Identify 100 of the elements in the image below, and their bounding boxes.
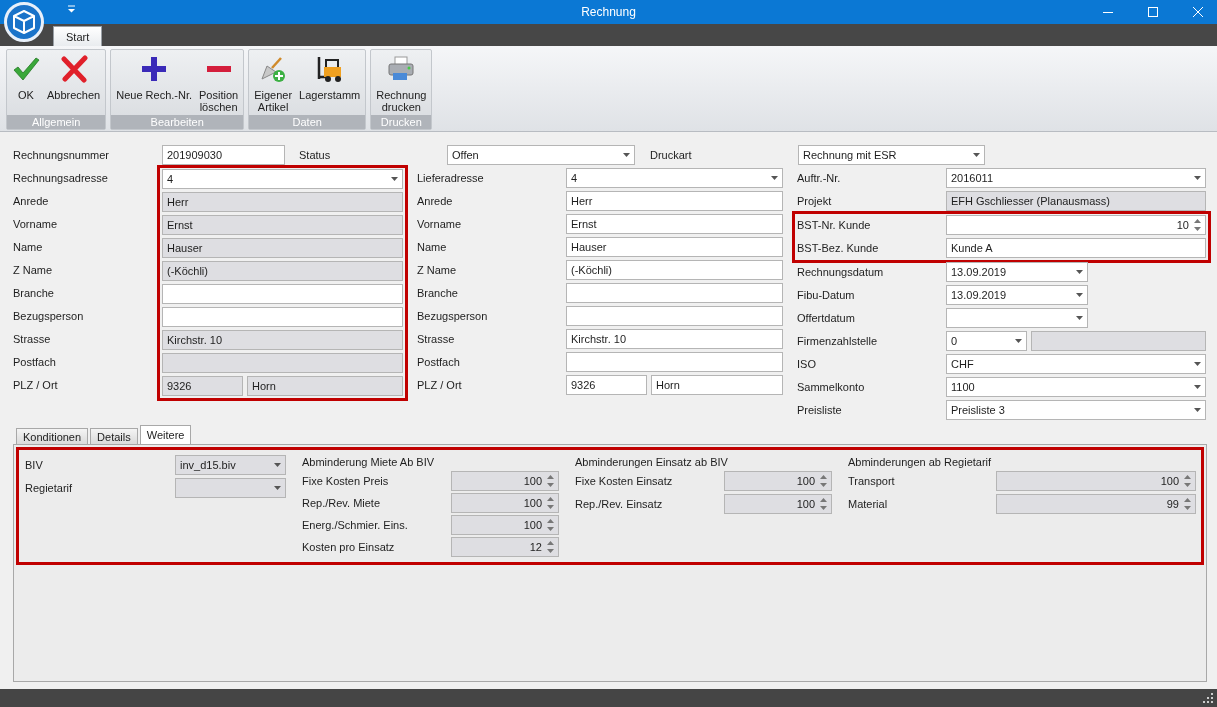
dropdown[interactable]: Preisliste 3 [946, 400, 1206, 420]
field-label: Name [13, 240, 43, 255]
forklift-icon [315, 55, 344, 83]
text-field[interactable]: Kirchstr. 10 [566, 329, 783, 349]
tab[interactable]: Details [90, 428, 138, 444]
caret-icon [1076, 293, 1083, 297]
text-field[interactable]: Ernst [566, 214, 783, 234]
text-field[interactable]: (-Köchli) [162, 261, 403, 281]
group-title: Abminderung Miete Ab BIV [302, 455, 436, 470]
dropdown[interactable]: CHF [946, 354, 1206, 374]
checkmark-icon [12, 55, 40, 83]
text-field[interactable] [162, 307, 403, 327]
field-label: Fixe Kosten Einsatz [575, 475, 674, 488]
caret-icon [771, 176, 778, 180]
text-field[interactable]: Hauser [566, 237, 783, 257]
number-spinner[interactable]: 99 [996, 494, 1196, 515]
text-field[interactable] [566, 352, 783, 372]
dropdown[interactable]: 0 [946, 331, 1027, 351]
dropdown[interactable] [175, 478, 286, 499]
ribbon-button[interactable]: Lagerstamm [296, 53, 364, 115]
text-field[interactable] [566, 283, 783, 303]
ribbon-group-label: Daten [249, 115, 366, 129]
ribbon-button[interactable]: Rechnung drucken [373, 53, 430, 115]
caret-icon [1194, 408, 1201, 412]
field-label: Vorname [13, 217, 58, 232]
text-field[interactable]: Horn [651, 375, 783, 395]
number-spinner[interactable]: 12 [451, 537, 559, 557]
text-field[interactable]: Herr [566, 191, 783, 211]
close-icon[interactable] [1193, 7, 1203, 17]
field-label: Strasse [417, 332, 455, 347]
ribbon-tab[interactable]: Start [53, 26, 103, 46]
ribbon-group-label: Allgemein [7, 115, 106, 129]
dropdown[interactable]: 2016011 [946, 168, 1206, 188]
spin-arrows-icon [820, 475, 827, 488]
field-label: ISO [797, 357, 816, 372]
field-label: Auftr.-Nr. [797, 171, 841, 186]
number-spinner[interactable]: 100 [724, 494, 832, 515]
resize-grip-icon[interactable] [1203, 693, 1213, 703]
field-label: Rechnungsadresse [13, 171, 108, 186]
field-label: Projekt [797, 194, 832, 209]
text-field[interactable]: Kirchstr. 10 [162, 330, 403, 350]
field-label: Rep./Rev. Einsatz [575, 498, 664, 511]
ribbon-button[interactable]: OK [9, 53, 43, 115]
date-picker[interactable] [946, 308, 1088, 328]
field-label: Bezugsperson [13, 309, 84, 324]
text-field[interactable]: 201909030 [162, 145, 285, 165]
dropdown[interactable]: Rechnung mit ESR [798, 145, 985, 165]
dropdown[interactable]: inv_d15.biv [175, 455, 286, 476]
text-field[interactable]: Horn [247, 376, 403, 396]
field-label: Fixe Kosten Preis [302, 475, 390, 487]
ribbon-button[interactable]: Position löschen [196, 53, 242, 115]
ribbon-button[interactable]: Neue Rech.-Nr. [113, 53, 196, 115]
printer-icon [387, 55, 416, 83]
number-spinner[interactable]: 100 [451, 493, 559, 513]
dropdown[interactable]: 4 [566, 168, 783, 188]
text-field[interactable]: EFH Gschliesser (Planausmass) [946, 191, 1206, 211]
tab[interactable]: Konditionen [16, 428, 89, 444]
spin-arrows-icon [1194, 219, 1201, 231]
dropdown-icon[interactable] [67, 5, 76, 13]
text-field[interactable] [1031, 331, 1206, 351]
text-field[interactable] [162, 284, 403, 304]
window-title: Rechnung [581, 5, 636, 19]
ribbon-button[interactable]: Eigener Artikel [251, 53, 296, 115]
text-field[interactable]: 9326 [566, 375, 647, 395]
field-label: Strasse [13, 332, 51, 347]
field-label: Status [299, 148, 332, 163]
minus-icon [206, 66, 231, 72]
maximize-icon[interactable] [1148, 7, 1158, 17]
spin-arrows-icon [547, 475, 554, 487]
text-field[interactable]: Hauser [162, 238, 403, 258]
date-picker[interactable]: 13.09.2019 [946, 285, 1088, 305]
field-label: Preisliste [797, 403, 842, 418]
field-label: Material [848, 498, 889, 511]
close-icon [59, 55, 88, 83]
text-field[interactable]: 9326 [162, 376, 243, 396]
field-label: Kosten pro Einsatz [302, 541, 396, 553]
number-spinner[interactable]: 100 [451, 515, 559, 535]
number-spinner[interactable]: 100 [996, 471, 1196, 492]
text-field[interactable]: (-Köchli) [566, 260, 783, 280]
field-label: Sammelkonto [797, 380, 865, 395]
number-spinner[interactable]: 10 [946, 215, 1206, 235]
dropdown[interactable]: Offen [447, 145, 635, 165]
text-field[interactable]: Herr [162, 192, 403, 212]
spin-arrows-icon [1184, 475, 1191, 488]
dropdown[interactable]: 1100 [946, 377, 1206, 397]
text-field[interactable] [566, 306, 783, 326]
ribbon-button[interactable]: Abbrechen [44, 53, 104, 115]
text-field[interactable]: Kunde A [946, 238, 1206, 258]
field-label: Postfach [13, 355, 56, 370]
caret-icon [1194, 362, 1201, 366]
number-spinner[interactable]: 100 [724, 471, 832, 492]
caret-icon [1015, 339, 1022, 343]
text-field[interactable]: Ernst [162, 215, 403, 235]
dropdown[interactable]: 4 [162, 169, 403, 189]
text-field[interactable] [162, 353, 403, 373]
field-label: BST-Nr. Kunde [797, 218, 871, 233]
number-spinner[interactable]: 100 [451, 471, 559, 491]
spin-arrows-icon [547, 519, 554, 531]
tab[interactable]: Weitere [139, 425, 192, 444]
date-picker[interactable]: 13.09.2019 [946, 262, 1088, 282]
